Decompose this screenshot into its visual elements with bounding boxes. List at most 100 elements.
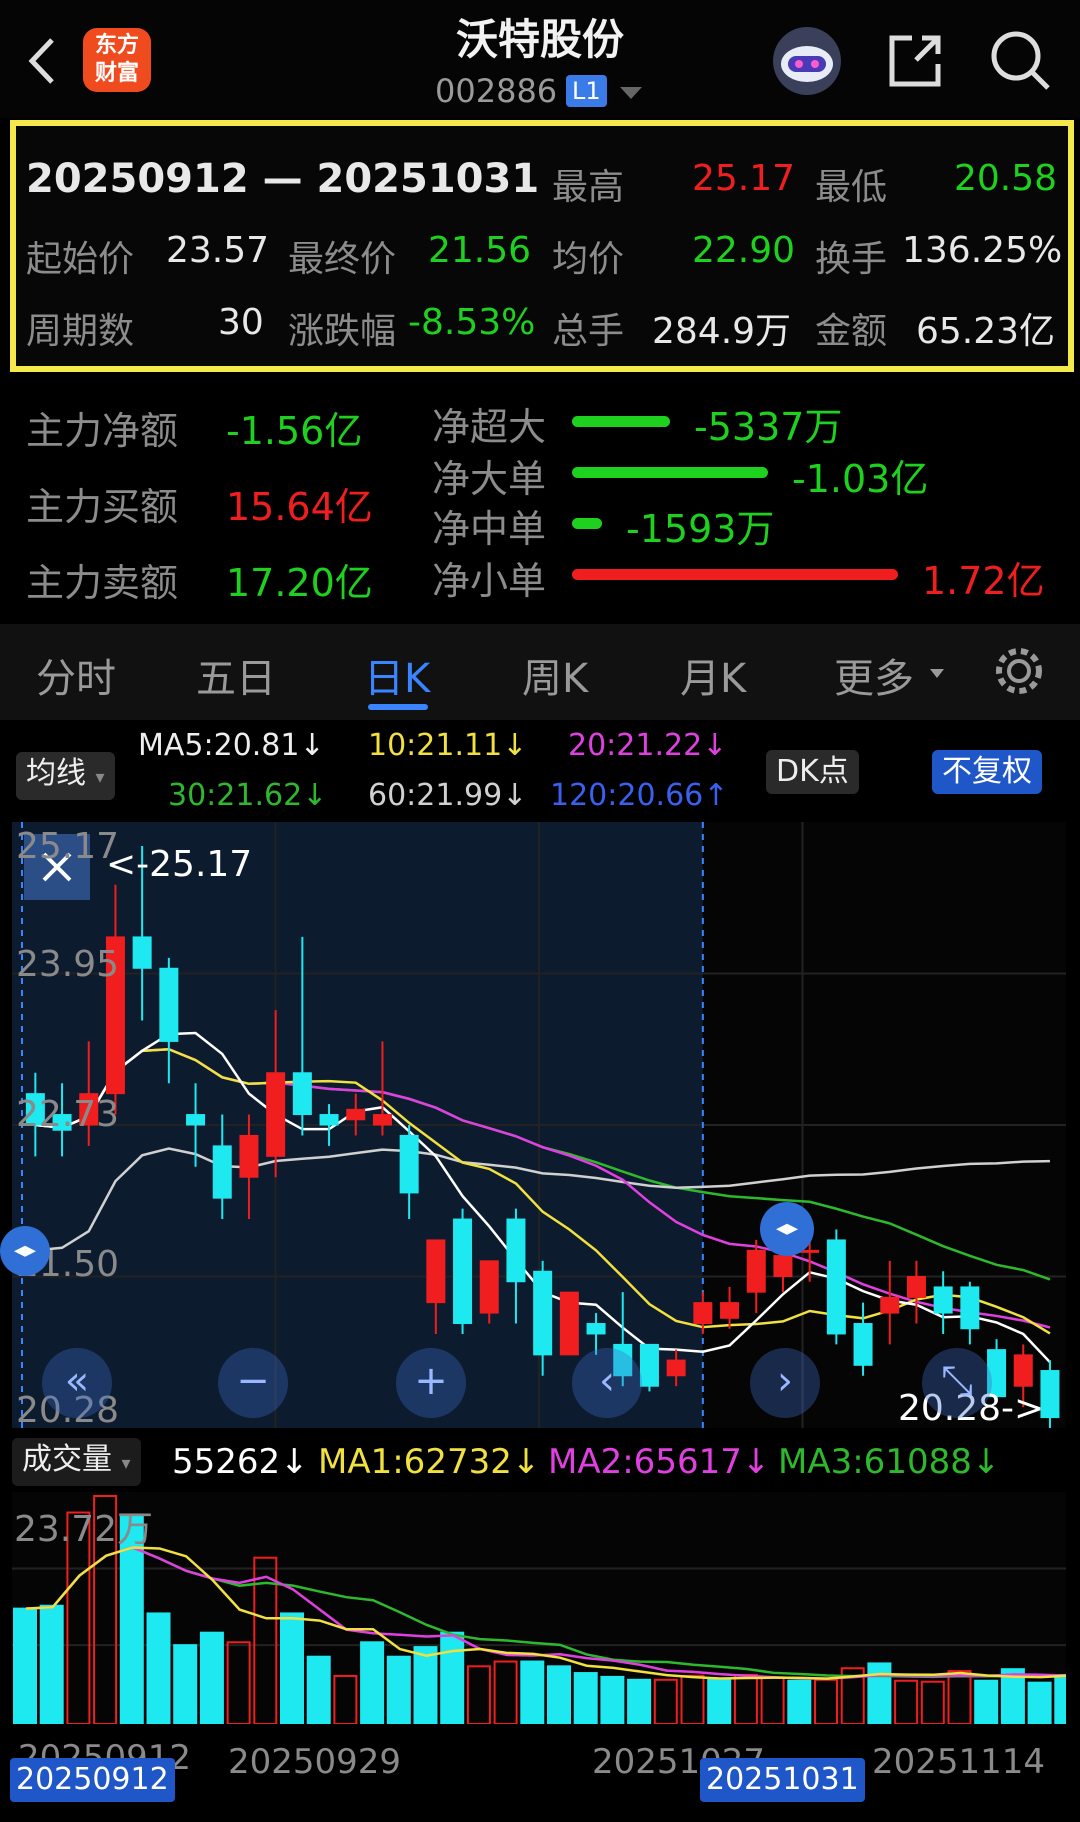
reset-zoom-button[interactable]: ⤡ — [922, 1348, 992, 1418]
main-buy-value: 15.64亿 — [226, 485, 373, 529]
candle-body — [372, 1114, 392, 1126]
candle-body — [346, 1108, 366, 1121]
volume-bar — [13, 1607, 37, 1724]
volume-axis-top: 23.72万 — [14, 1509, 154, 1550]
ma30-readout: 30:21.62↓ — [168, 778, 328, 813]
close-label: 最终价 — [288, 239, 397, 280]
candle-body — [399, 1134, 419, 1194]
zoom-out-button[interactable]: − — [218, 1348, 288, 1418]
tab-intraday[interactable]: 分时 — [36, 646, 116, 704]
turnover-value: 136.25% — [902, 230, 1063, 271]
candle-body — [533, 1270, 553, 1356]
left-range-handle[interactable]: ◂▸ — [0, 1226, 50, 1276]
volume-bar — [787, 1679, 812, 1724]
share-icon[interactable] — [886, 30, 946, 90]
vol-ma3-readout: MA3:61088↓ — [778, 1442, 1001, 1482]
ma60-readout: 60:21.99↓ — [368, 778, 528, 813]
volume-value: 284.9万 — [652, 311, 792, 352]
volume-bar — [547, 1665, 571, 1724]
volume-bar — [173, 1644, 198, 1724]
gear-icon[interactable] — [992, 644, 1046, 698]
candle-body — [1013, 1354, 1033, 1387]
candle-body — [132, 936, 152, 969]
volume-bar — [974, 1679, 999, 1724]
ma-selector-label: 均线 — [26, 756, 86, 791]
price-axis-top: 25.17 — [16, 826, 120, 867]
candle-body — [773, 1255, 793, 1278]
tab-more[interactable]: 更多 — [834, 646, 914, 704]
volume-bar — [413, 1646, 438, 1724]
chevron-down-icon[interactable] — [620, 86, 642, 105]
tab-five-day[interactable]: 五日 — [196, 646, 276, 704]
dk-point-toggle[interactable]: DK点 — [766, 750, 859, 794]
s-label: 净小单 — [432, 559, 547, 603]
volume-readout: 55262↓ — [172, 1442, 309, 1482]
selection-end-date[interactable]: 20251031 — [700, 1758, 865, 1802]
minus-icon: − — [236, 1358, 270, 1404]
high-marker: <-25.17 — [106, 844, 253, 885]
ma-selector[interactable]: 均线 ▾ — [16, 752, 115, 800]
candle-body — [639, 1343, 659, 1387]
periods-value: 30 — [218, 302, 264, 343]
zoom-in-button[interactable]: + — [396, 1348, 466, 1418]
candle-body — [960, 1286, 980, 1330]
ma-selector-caret-icon: ▾ — [95, 767, 105, 788]
m-label: 净中单 — [432, 507, 547, 551]
scroll-right-button[interactable]: › — [750, 1348, 820, 1418]
candle-body — [159, 967, 179, 1042]
candle-body — [239, 1134, 259, 1178]
l-value: -1.03亿 — [792, 457, 929, 501]
ma120-readout: 120:20.66↑ — [550, 778, 729, 813]
candle-body — [746, 1249, 766, 1293]
candle-body — [186, 1114, 206, 1126]
price-axis-2: 23.95 — [16, 944, 120, 985]
volume-selector-label: 成交量 — [22, 1442, 112, 1477]
volume-bar — [199, 1631, 224, 1724]
robot-assistant-icon[interactable] — [770, 24, 844, 98]
dk-point-label: DK点 — [776, 754, 849, 789]
main-sell-label: 主力卖额 — [26, 561, 179, 605]
tab-monthly-k[interactable]: 月K — [680, 646, 746, 704]
amount-label: 金额 — [815, 311, 888, 352]
amount-value: 65.23亿 — [916, 311, 1056, 352]
vol-ma1-readout: MA1:62732↓ — [318, 1442, 541, 1482]
volume-bar — [440, 1631, 465, 1724]
candle-body — [479, 1260, 499, 1314]
volume-indicator-selector[interactable]: 成交量 ▾ — [12, 1438, 141, 1486]
xl-label: 净超大 — [432, 405, 547, 449]
level-badge[interactable]: L1 — [566, 75, 607, 107]
adjust-mode-button[interactable]: 不复权 — [932, 750, 1042, 794]
tab-daily-k[interactable]: 日K — [364, 646, 430, 704]
xl-bar — [572, 416, 670, 427]
volume-bar — [600, 1675, 625, 1724]
volume-bar — [39, 1604, 64, 1724]
s-bar — [572, 569, 898, 580]
selection-start-date[interactable]: 20250912 — [10, 1758, 175, 1802]
low-label: 最低 — [815, 167, 888, 208]
scroll-left-fast-button[interactable]: « — [42, 1348, 112, 1418]
price-axis-3: 22.73 — [16, 1094, 120, 1135]
scroll-left-button[interactable]: ‹ — [572, 1348, 642, 1418]
candle-body — [506, 1218, 526, 1283]
candle-body — [212, 1145, 232, 1199]
candlestick-chart[interactable] — [12, 822, 1066, 1428]
candle-body — [826, 1239, 846, 1335]
volume-bar — [280, 1612, 304, 1724]
volume-bar — [1027, 1681, 1052, 1724]
volume-chart[interactable] — [12, 1492, 1066, 1724]
right-range-handle[interactable]: ◂▸ — [760, 1202, 814, 1256]
candle-body — [720, 1302, 740, 1319]
main-net-label: 主力净额 — [26, 409, 179, 453]
date-range: 20250912 — 20251031 — [26, 156, 540, 202]
change-label: 涨跌幅 — [288, 311, 397, 352]
open-label: 起始价 — [26, 239, 135, 280]
candle-body — [266, 1072, 286, 1157]
date-axis-2: 20250929 — [228, 1742, 402, 1782]
m-bar — [572, 518, 602, 529]
tab-weekly-k[interactable]: 周K — [522, 646, 588, 704]
ma10-readout: 10:21.11↓ — [368, 728, 528, 763]
volume-bar — [627, 1678, 652, 1724]
volume-bar — [306, 1655, 331, 1724]
search-icon[interactable] — [988, 28, 1052, 92]
chevron-right-icon: › — [777, 1358, 793, 1404]
